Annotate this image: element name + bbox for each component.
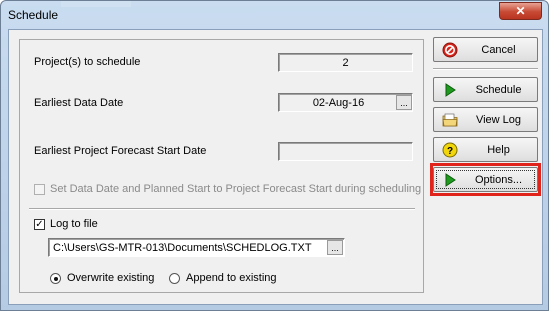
data-date-field[interactable]: 02-Aug-16: [278, 93, 413, 112]
checkmark-icon: ✓: [35, 218, 44, 230]
button-separator: [433, 68, 538, 70]
log-path-browse-button[interactable]: ...: [327, 240, 343, 255]
overwrite-label: Overwrite existing: [67, 272, 155, 284]
schedule-dialog: Schedule ✕ Project(s) to schedule 2 Earl…: [0, 0, 549, 311]
forecast-start-label: Earliest Project Forecast Start Date: [34, 145, 207, 157]
title-bar[interactable]: Schedule ✕: [1, 1, 548, 29]
close-icon: ✕: [515, 4, 526, 18]
append-label: Append to existing: [186, 272, 277, 284]
action-buttons-panel: Cancel Schedule View Log ? Help Options.…: [429, 33, 541, 299]
folder-icon: [442, 113, 458, 127]
radio-selected-dot: [54, 277, 58, 281]
set-data-date-checkbox[interactable]: [34, 184, 45, 195]
overwrite-radio[interactable]: [50, 273, 61, 284]
cancel-button[interactable]: Cancel: [433, 37, 538, 62]
log-path-value: C:\Users\GS-MTR-013\Documents\SCHEDLOG.T…: [53, 241, 312, 254]
cancel-label: Cancel: [481, 43, 516, 56]
window-title: Schedule: [8, 8, 59, 22]
projects-label: Project(s) to schedule: [34, 56, 141, 68]
view-log-button[interactable]: View Log: [433, 107, 538, 132]
data-date-picker-button[interactable]: ...: [396, 95, 412, 110]
log-to-file-label: Log to file: [50, 218, 98, 230]
data-date-value: 02-Aug-16: [312, 96, 365, 109]
section-divider: [29, 208, 415, 210]
play-arrow-icon: [445, 83, 456, 97]
schedule-button[interactable]: Schedule: [433, 77, 538, 102]
projects-count-field: 2: [278, 53, 413, 72]
view-log-label: View Log: [475, 113, 522, 126]
play-arrow-icon: [445, 173, 456, 187]
set-data-date-label: Set Data Date and Planned Start to Proje…: [50, 183, 422, 195]
help-label: Help: [487, 143, 510, 156]
options-label: Options...: [474, 173, 523, 186]
schedule-label: Schedule: [475, 83, 522, 96]
dialog-client-area: Project(s) to schedule 2 Earliest Data D…: [8, 29, 543, 305]
forecast-start-field: [278, 142, 413, 161]
options-button[interactable]: Options...: [433, 167, 538, 192]
log-path-input[interactable]: C:\Users\GS-MTR-013\Documents\SCHEDLOG.T…: [48, 238, 345, 257]
data-date-label: Earliest Data Date: [34, 97, 124, 109]
close-button[interactable]: ✕: [499, 2, 542, 20]
schedule-options-panel: Project(s) to schedule 2 Earliest Data D…: [19, 39, 424, 293]
svg-text:?: ?: [447, 146, 453, 157]
log-to-file-checkbox[interactable]: ✓: [34, 219, 45, 230]
help-button[interactable]: ? Help: [433, 137, 538, 162]
question-icon: ?: [442, 142, 458, 158]
no-entry-icon: [442, 42, 458, 58]
append-radio[interactable]: [169, 273, 180, 284]
